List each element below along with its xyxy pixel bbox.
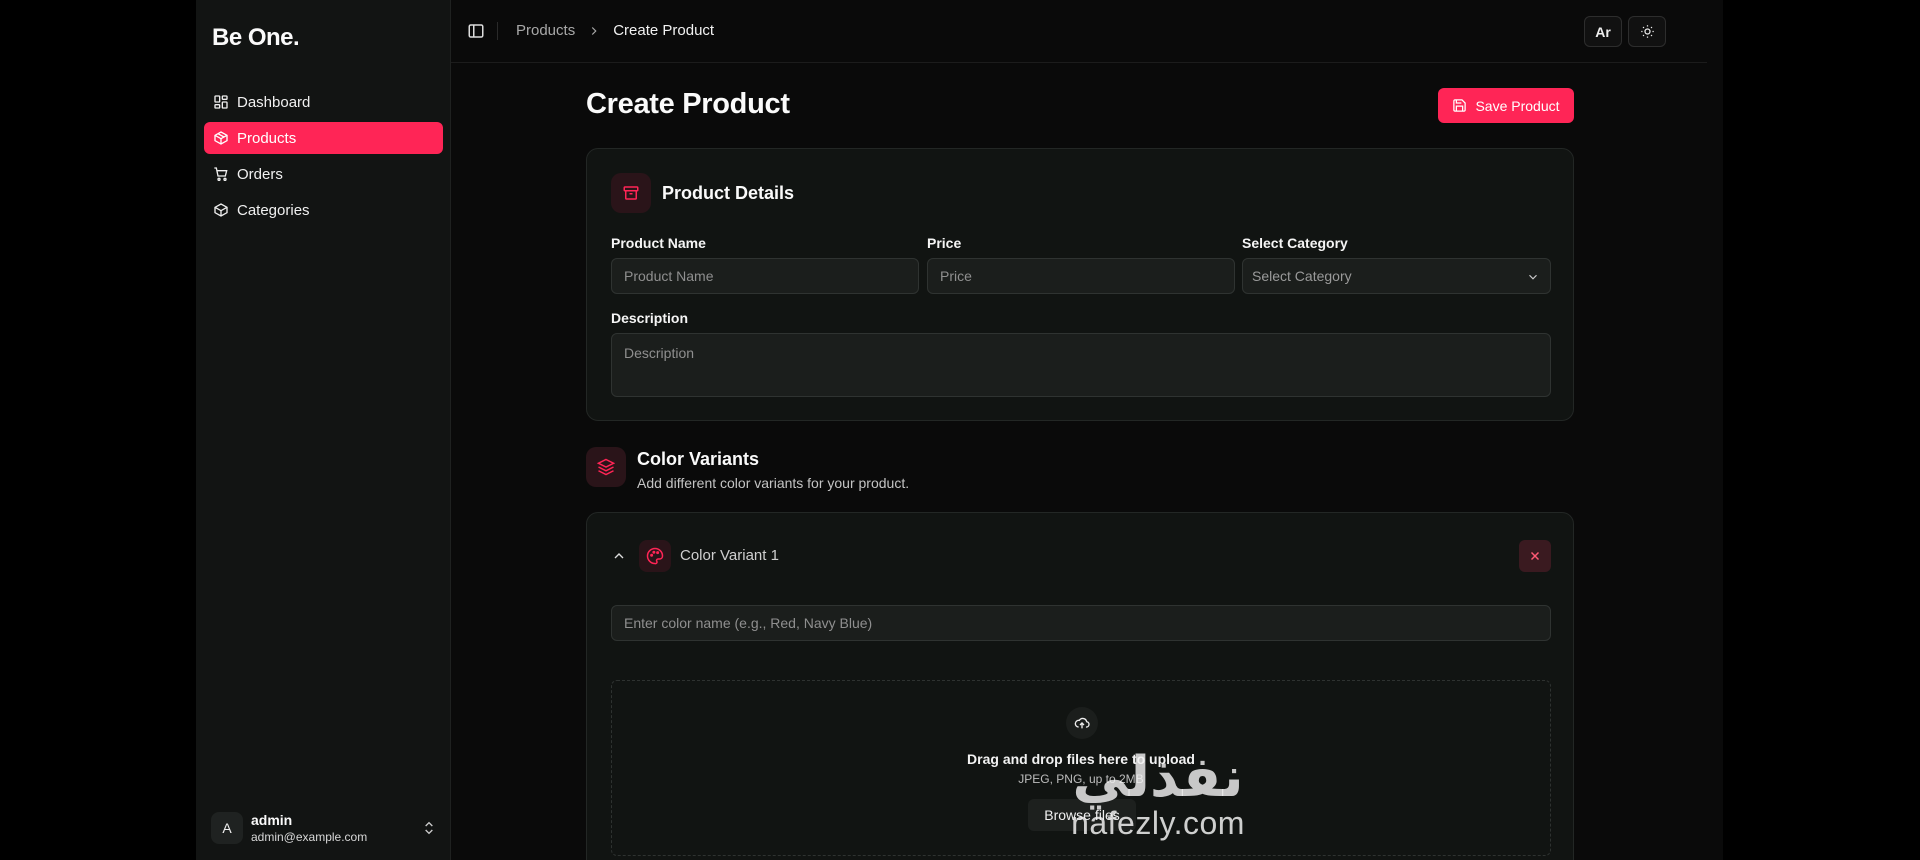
chevron-right-icon <box>592 26 597 35</box>
breadcrumb: Products Create Product <box>516 22 714 39</box>
chevron-up-icon[interactable] <box>611 548 627 564</box>
chevrons-up-down-icon <box>425 821 433 835</box>
palette-icon <box>646 547 664 565</box>
sidebar-item-label: Dashboard <box>237 93 311 111</box>
sidebar-nav: Dashboard Products Orders Categories <box>204 86 443 230</box>
sidebar-item-label: Categories <box>237 201 310 219</box>
product-details-card: Product Details Product Name Product Nam… <box>586 148 1574 421</box>
sun-icon <box>1640 25 1654 38</box>
save-icon <box>1453 99 1467 112</box>
color-variants-title: Color Variants <box>637 449 760 469</box>
sidebar-item-orders[interactable]: Orders <box>204 158 443 190</box>
breadcrumb-current: Create Product <box>613 22 715 39</box>
sidebar: Be One. Dashboard Products Orders Catego… <box>196 0 451 860</box>
description-label: Description <box>611 310 689 326</box>
product-details-title: Product Details <box>662 183 795 203</box>
user-name: admin <box>251 812 293 828</box>
price-label: Price <box>927 235 962 251</box>
remove-variant-button[interactable] <box>1519 540 1551 572</box>
category-select[interactable]: Select Category <box>1242 258 1551 294</box>
product-details-icon-box <box>611 173 651 213</box>
theme-toggle-button[interactable] <box>1628 16 1666 47</box>
variant-palette-icon-box <box>639 540 671 572</box>
layers-icon <box>597 458 615 476</box>
sidebar-item-label: Orders <box>237 165 283 183</box>
upload-hint: JPEG, PNG, up to 2MB <box>1018 772 1144 786</box>
file-dropzone[interactable]: Drag and drop files here to upload JPEG,… <box>611 680 1551 856</box>
color-name-input[interactable]: Enter color name (e.g., Red, Navy Blue) <box>611 605 1551 641</box>
header-divider <box>497 22 498 40</box>
browse-files-button[interactable]: Browse files <box>1028 799 1136 831</box>
price-input[interactable]: Price <box>927 258 1235 294</box>
package-icon <box>214 131 228 145</box>
sidebar-item-products[interactable]: Products <box>204 122 443 154</box>
user-menu[interactable]: A admin admin@example.com <box>211 808 437 848</box>
user-email: admin@example.com <box>251 830 368 844</box>
product-name-label: Product Name <box>611 235 706 251</box>
box-icon <box>214 203 228 217</box>
description-textarea[interactable]: Description <box>611 333 1551 397</box>
save-button-label: Save Product <box>1475 97 1560 114</box>
color-variants-icon-box <box>586 447 626 487</box>
page-title: Create Product <box>586 88 790 120</box>
avatar: A <box>211 812 243 844</box>
cart-icon <box>214 167 228 181</box>
app-window: Be One. Dashboard Products Orders Catego… <box>196 0 1723 860</box>
sidebar-toggle-icon[interactable] <box>467 22 485 40</box>
cloud-upload-icon <box>1074 717 1090 729</box>
breadcrumb-products-link[interactable]: Products <box>516 22 575 39</box>
upload-icon-circle <box>1066 707 1098 739</box>
dashboard-icon <box>214 95 228 109</box>
description-placeholder: Description <box>624 345 695 361</box>
sidebar-item-categories[interactable]: Categories <box>204 194 443 226</box>
variant-title: Color Variant 1 <box>680 547 779 564</box>
sidebar-item-dashboard[interactable]: Dashboard <box>204 86 443 118</box>
color-variant-card: Color Variant 1 Enter color name (e.g., … <box>586 512 1574 860</box>
archive-icon <box>623 186 639 200</box>
user-info: admin admin@example.com <box>251 812 421 844</box>
sidebar-item-label: Products <box>237 129 297 147</box>
product-name-input[interactable]: Product Name <box>611 258 919 294</box>
category-label: Select Category <box>1242 235 1348 251</box>
chevron-down-icon <box>1529 274 1537 280</box>
top-header: Products Create Product Ar <box>451 0 1707 63</box>
upload-title: Drag and drop files here to upload <box>967 751 1195 767</box>
brand-logo[interactable]: Be One. <box>212 24 300 52</box>
color-variants-subtitle: Add different color variants for your pr… <box>637 475 910 491</box>
save-product-button[interactable]: Save Product <box>1438 88 1574 123</box>
close-icon <box>1530 551 1540 561</box>
language-button[interactable]: Ar <box>1584 16 1622 47</box>
category-select-value: Select Category <box>1252 268 1352 284</box>
